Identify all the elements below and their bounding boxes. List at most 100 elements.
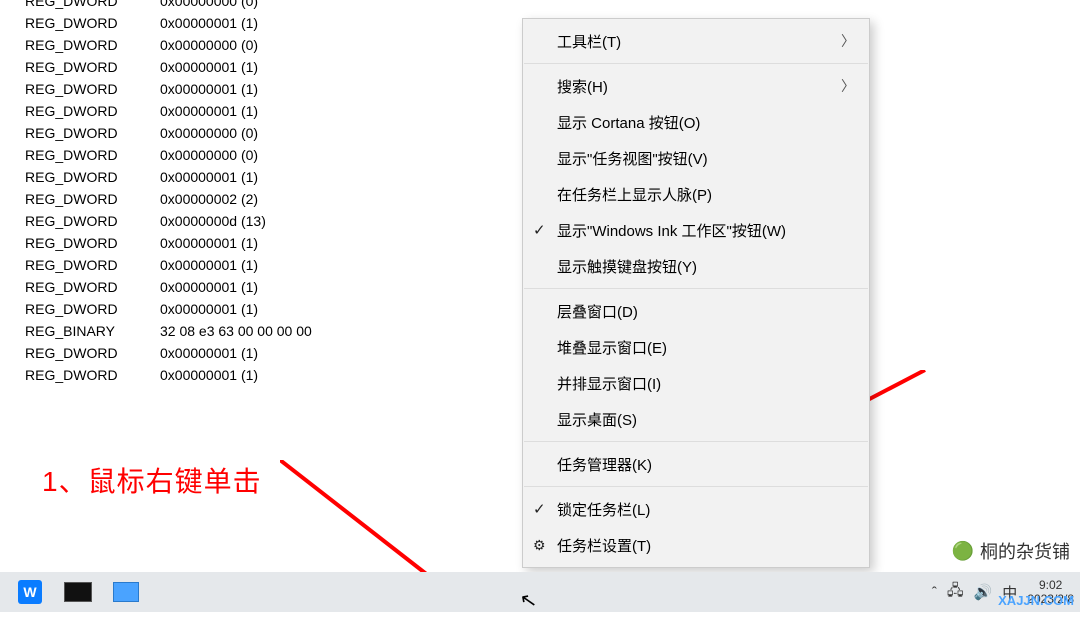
taskbar-app-cmd[interactable] [56,576,100,608]
menu-item-show-cortana[interactable]: 显示 Cortana 按钮(O) [523,104,869,140]
check-icon: ✓ [533,221,546,239]
menu-item-toolbars[interactable]: 工具栏(T) 〉 [523,23,869,59]
registry-row[interactable]: REG_DWORD0x00000001 (1) [25,166,312,188]
menu-label: 显示"Windows Ink 工作区"按钮(W) [557,220,786,241]
registry-type: REG_DWORD [25,0,160,12]
registry-value: 0x00000000 (0) [160,34,258,56]
registry-row[interactable]: REG_DWORD0x00000001 (1) [25,342,312,364]
registry-type: REG_DWORD [25,100,160,122]
taskbar[interactable]: W [0,572,1080,612]
registry-value: 32 08 e3 63 00 00 00 00 [160,320,312,342]
registry-row[interactable]: REG_DWORD0x00000001 (1) [25,12,312,34]
menu-separator [524,486,868,487]
registry-type: REG_DWORD [25,166,160,188]
taskbar-app-wps[interactable]: W [8,576,52,608]
registry-row[interactable]: REG_DWORD0x00000001 (1) [25,364,312,386]
menu-label: 显示桌面(S) [557,409,637,430]
registry-value: 0x00000001 (1) [160,254,258,276]
watermark-text: 桐的杂货铺 [980,538,1070,564]
registry-value: 0x00000000 (0) [160,122,258,144]
registry-type: REG_DWORD [25,342,160,364]
annotation-step1: 1、鼠标右键单击 [42,460,262,500]
tray-time: 9:02 [1027,578,1074,592]
registry-row[interactable]: REG_DWORD0x00000001 (1) [25,276,312,298]
menu-label: 层叠窗口(D) [557,301,638,322]
registry-value: 0x00000002 (2) [160,188,258,210]
menu-item-taskbar-settings[interactable]: ⚙ 任务栏设置(T) [523,527,869,563]
menu-label: 搜索(H) [557,76,608,97]
menu-item-show-touchkeyboard[interactable]: 显示触摸键盘按钮(Y) [523,248,869,284]
registry-row[interactable]: REG_BINARY32 08 e3 63 00 00 00 00 [25,320,312,342]
registry-row[interactable]: REG_DWORD0x00000000 (0) [25,0,312,12]
registry-value: 0x00000001 (1) [160,276,258,298]
menu-item-lock-taskbar[interactable]: ✓ 锁定任务栏(L) [523,491,869,527]
tray-network-icon[interactable]: 🖧 [947,580,964,605]
watermark-site: XAJJN.COM [998,593,1074,608]
menu-item-task-manager[interactable]: 任务管理器(K) [523,446,869,482]
taskbar-context-menu: 工具栏(T) 〉 搜索(H) 〉 显示 Cortana 按钮(O) 显示"任务视… [522,18,870,568]
registry-value: 0x00000001 (1) [160,100,258,122]
menu-label: 任务栏设置(T) [557,535,651,556]
menu-label: 显示"任务视图"按钮(V) [557,148,708,169]
registry-type: REG_DWORD [25,210,160,232]
registry-row[interactable]: REG_DWORD0x00000001 (1) [25,100,312,122]
registry-row[interactable]: REG_DWORD0x00000001 (1) [25,232,312,254]
registry-value: 0x00000001 (1) [160,56,258,78]
registry-type: REG_DWORD [25,298,160,320]
menu-label: 堆叠显示窗口(E) [557,337,667,358]
registry-row[interactable]: REG_DWORD0x00000001 (1) [25,254,312,276]
menu-item-cascade-windows[interactable]: 层叠窗口(D) [523,293,869,329]
registry-type: REG_DWORD [25,144,160,166]
menu-label: 工具栏(T) [557,31,621,52]
menu-label: 显示 Cortana 按钮(O) [557,112,700,133]
registry-type: REG_DWORD [25,122,160,144]
cmd-icon [64,582,92,602]
menu-item-search[interactable]: 搜索(H) 〉 [523,68,869,104]
menu-label: 任务管理器(K) [557,454,652,475]
registry-type: REG_DWORD [25,364,160,386]
watermark-channel: 🟢 桐的杂货铺 [952,538,1070,564]
registry-type: REG_DWORD [25,276,160,298]
menu-label: 锁定任务栏(L) [557,499,650,520]
registry-value: 0x00000000 (0) [160,0,258,12]
registry-type: REG_DWORD [25,254,160,276]
registry-value: 0x00000001 (1) [160,78,258,100]
registry-value: 0x00000001 (1) [160,298,258,320]
menu-item-stacked-windows[interactable]: 堆叠显示窗口(E) [523,329,869,365]
registry-value: 0x0000000d (13) [160,210,266,232]
tray-volume-icon[interactable]: 🔊 [974,583,993,601]
check-icon: ✓ [533,500,546,518]
registry-value: 0x00000001 (1) [160,166,258,188]
registry-row[interactable]: REG_DWORD0x00000001 (1) [25,56,312,78]
registry-row[interactable]: REG_DWORD0x0000000d (13) [25,210,312,232]
registry-type: REG_DWORD [25,12,160,34]
registry-row[interactable]: REG_DWORD0x00000001 (1) [25,298,312,320]
chevron-right-icon: 〉 [841,31,855,51]
registry-value: 0x00000001 (1) [160,342,258,364]
registry-value: 0x00000001 (1) [160,232,258,254]
registry-list: REG_DWORD0x00000000 (0)REG_DWORD0x000000… [25,0,312,386]
registry-type: REG_DWORD [25,34,160,56]
registry-row[interactable]: REG_DWORD0x00000000 (0) [25,144,312,166]
gear-icon: ⚙ [533,537,546,554]
registry-value: 0x00000001 (1) [160,364,258,386]
registry-row[interactable]: REG_DWORD0x00000001 (1) [25,78,312,100]
registry-row[interactable]: REG_DWORD0x00000002 (2) [25,188,312,210]
registry-type: REG_DWORD [25,188,160,210]
menu-label: 显示触摸键盘按钮(Y) [557,256,697,277]
wechat-icon: 🟢 [952,541,974,562]
registry-type: REG_DWORD [25,232,160,254]
wps-icon: W [18,580,42,604]
menu-item-show-ink[interactable]: ✓ 显示"Windows Ink 工作区"按钮(W) [523,212,869,248]
registry-type: REG_DWORD [25,56,160,78]
taskbar-app-explorer[interactable] [104,576,148,608]
menu-item-show-taskview[interactable]: 显示"任务视图"按钮(V) [523,140,869,176]
menu-item-show-desktop[interactable]: 显示桌面(S) [523,401,869,437]
tray-chevron-icon[interactable]: ˆ [932,584,937,601]
menu-item-sidebyside-windows[interactable]: 并排显示窗口(I) [523,365,869,401]
folder-icon [113,582,139,602]
registry-row[interactable]: REG_DWORD0x00000000 (0) [25,34,312,56]
menu-item-show-people[interactable]: 在任务栏上显示人脉(P) [523,176,869,212]
registry-type: REG_BINARY [25,320,160,342]
registry-row[interactable]: REG_DWORD0x00000000 (0) [25,122,312,144]
